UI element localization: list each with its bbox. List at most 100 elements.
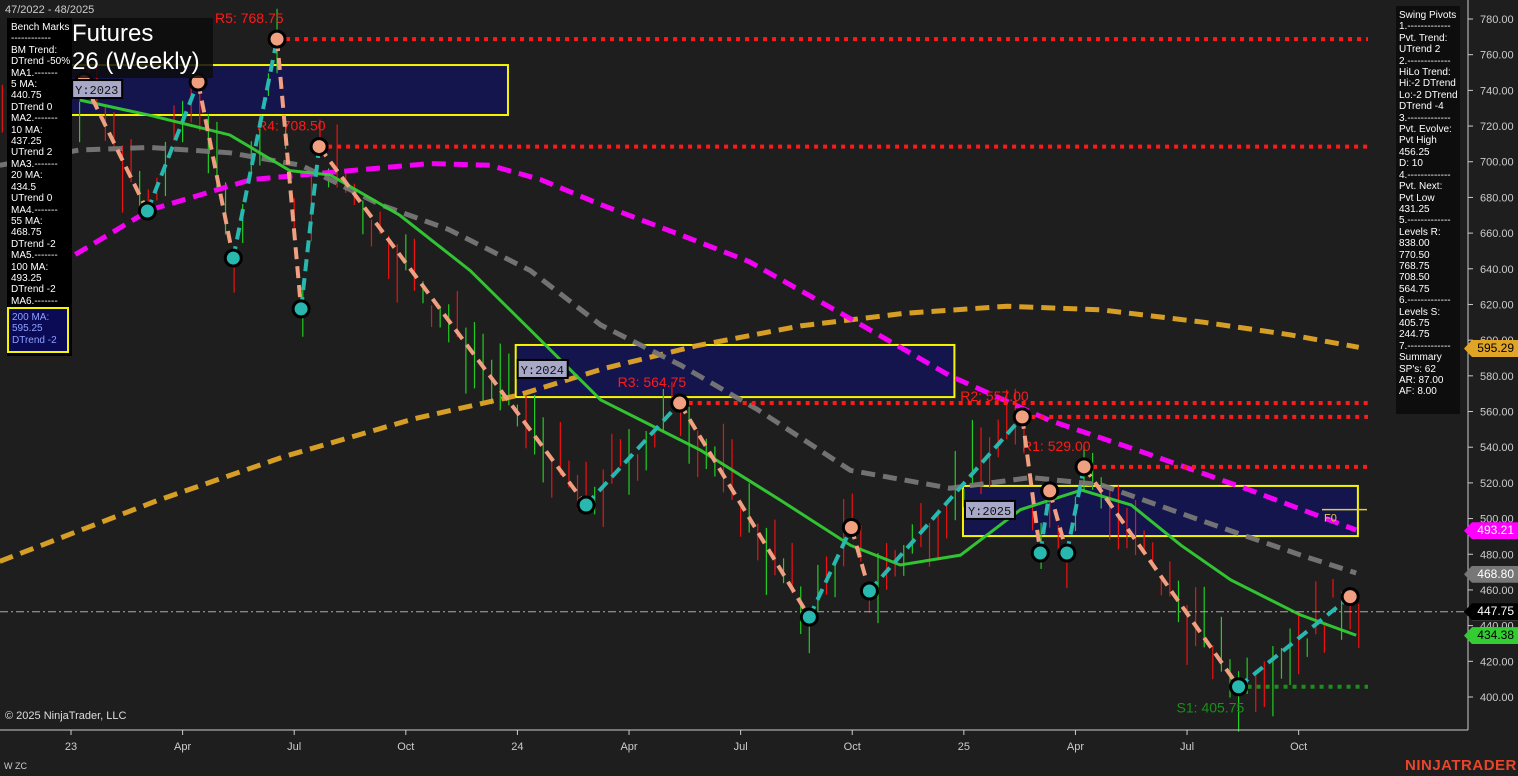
swing-leg (677, 402, 812, 619)
y-tick-label: 560.00 (1480, 407, 1514, 419)
y-tick-label: 660.00 (1480, 228, 1514, 240)
price-tag: 595.29 (1464, 340, 1518, 358)
level-label: R1: 529.00 (1022, 438, 1091, 454)
panel-line: DTrend -2 (11, 238, 56, 250)
panel-line: 5.------------- (1399, 215, 1451, 227)
pivot-low-marker (1030, 543, 1050, 563)
x-tick-label: Jul (734, 741, 748, 753)
y-tick-label: 400.00 (1480, 692, 1514, 704)
price-tag: 434.38 (1464, 627, 1518, 645)
x-tick-label: Apr (620, 741, 637, 753)
panel-line: 456.25 (1399, 146, 1430, 158)
panel-line: Pvt Low (1399, 192, 1435, 204)
price-tag: 493.21 (1464, 522, 1518, 540)
x-tick-label: 23 (65, 741, 77, 753)
year-label: Y:2025 (968, 505, 1011, 519)
pivot-high-marker (1040, 481, 1060, 501)
x-tick-label: Oct (397, 741, 414, 753)
panel-line: Pvt High (1399, 135, 1437, 147)
panel-line: 434.5 (11, 181, 37, 193)
y-tick-label: 620.00 (1480, 299, 1514, 311)
panel-line: 100 MA: (11, 261, 49, 273)
panel-line: 440.75 (11, 90, 42, 102)
y-tick-label: 540.00 (1480, 442, 1514, 454)
level-label: R5: 768.75 (215, 10, 284, 26)
y-tick-label: 780.00 (1480, 14, 1514, 26)
panel-line: 2.------------- (1399, 55, 1451, 67)
pivot-high-marker (309, 137, 329, 157)
panel-line: 708.50 (1399, 272, 1430, 284)
instrument-symbol: W ZC (4, 761, 27, 771)
pivot-high-marker (1074, 457, 1094, 477)
level-label: R4: 708.50 (257, 118, 326, 134)
pivot-high-marker (1340, 587, 1360, 607)
y-tick-label: 640.00 (1480, 264, 1514, 276)
panel-line: 595.25 (12, 323, 43, 335)
x-tick-label: Jul (1180, 741, 1194, 753)
x-tick-label: Apr (174, 741, 191, 753)
panel-line: 431.25 (1399, 203, 1430, 215)
date-range: 47/2022 - 48/2025 (5, 4, 95, 16)
y-tick-label: 720.00 (1480, 121, 1514, 133)
y-tick-label: 580.00 (1480, 371, 1514, 383)
panel-line: DTrend -50% (11, 56, 71, 68)
panel-line: Summary (1399, 352, 1442, 364)
ninjatrader-logo: NINJATRADER (1405, 757, 1517, 774)
panel-line: 3.------------- (1399, 112, 1451, 124)
panel-line: 770.50 (1399, 249, 1430, 261)
panel-line: 10 MA: (11, 124, 43, 136)
pivot-low-marker (137, 201, 157, 221)
panel-line: Lo:-2 DTrend (1399, 89, 1458, 101)
panel-line: AF: 8.00 (1399, 386, 1437, 398)
panel-line: Swing Pivots (1399, 10, 1457, 21)
level-label: R2: 557.00 (960, 388, 1029, 404)
price-chart[interactable]: R5: 768.75 R4: 708.50 R3: 564.75 R2: 557.00… (0, 0, 1518, 776)
panel-line: 244.75 (1399, 329, 1430, 341)
panel-line: Levels S: (1399, 306, 1441, 318)
swing-pivots-panel: Swing Pivots 1.------------- Pvt. Trend: UT… (1396, 6, 1460, 414)
panel-line: 564.75 (1399, 283, 1430, 295)
price-tag: 468.80 (1464, 565, 1518, 583)
chart-title: Futures 26 (Weekly) (70, 18, 213, 78)
swing-leg (807, 526, 854, 618)
panel-line: MA5.------- (11, 250, 58, 262)
panel-line: Pvt. Next: (1399, 181, 1443, 193)
pivot-low-marker (1229, 677, 1249, 697)
panel-line: 437.25 (11, 136, 42, 148)
panel-line: 7.------------- (1399, 340, 1451, 352)
title-line-1: Futures (72, 20, 154, 47)
panel-line: UTrend 2 (11, 147, 53, 159)
year-label: Y:2024 (521, 364, 564, 378)
panel-line: 200 MA: (12, 312, 50, 323)
panel-line: DTrend -2 (12, 334, 57, 346)
panel-line: HiLo Trend: (1399, 67, 1451, 79)
panel-line: 6.------------- (1399, 295, 1451, 307)
panel-line: 468.75 (11, 227, 42, 239)
panel-line: 55 MA: (11, 215, 43, 227)
pivot-low-marker (859, 581, 879, 601)
panel-line: AR: 87.00 (1399, 375, 1444, 386)
panel-line: MA2.------- (11, 113, 58, 125)
year-label: Y:2023 (75, 84, 118, 98)
swing-leg (584, 401, 682, 507)
panel-line: DTrend -2 (11, 284, 56, 296)
panel-line: Levels R: (1399, 226, 1441, 238)
panel-line: MA1.------- (11, 67, 58, 79)
x-tick-label: Apr (1067, 741, 1084, 753)
panel-line: BM Trend: (11, 44, 58, 56)
panel-line: MA6.------- (11, 295, 58, 307)
level-label: R3: 564.75 (618, 374, 687, 390)
y-tick-label: 760.00 (1480, 50, 1514, 62)
panel-line: Pvt. Evolve: (1399, 124, 1452, 136)
x-tick-label: 24 (511, 741, 523, 753)
panel-line: 4.------------- (1399, 169, 1451, 181)
panel-line: 20 MA: (11, 170, 43, 182)
x-tick-label: 25 (958, 741, 970, 753)
pivot-low-marker (576, 495, 596, 515)
panel-line: ------------ (11, 33, 51, 45)
benchmarks-panel: Bench Marks ------------ BM Trend: DTrend -… (7, 18, 72, 356)
panel-line: UTrend 2 (1399, 44, 1441, 56)
pivot-high-marker (670, 393, 690, 413)
panel-line: 405.75 (1399, 317, 1430, 329)
panel-line: 838.00 (1399, 238, 1430, 250)
